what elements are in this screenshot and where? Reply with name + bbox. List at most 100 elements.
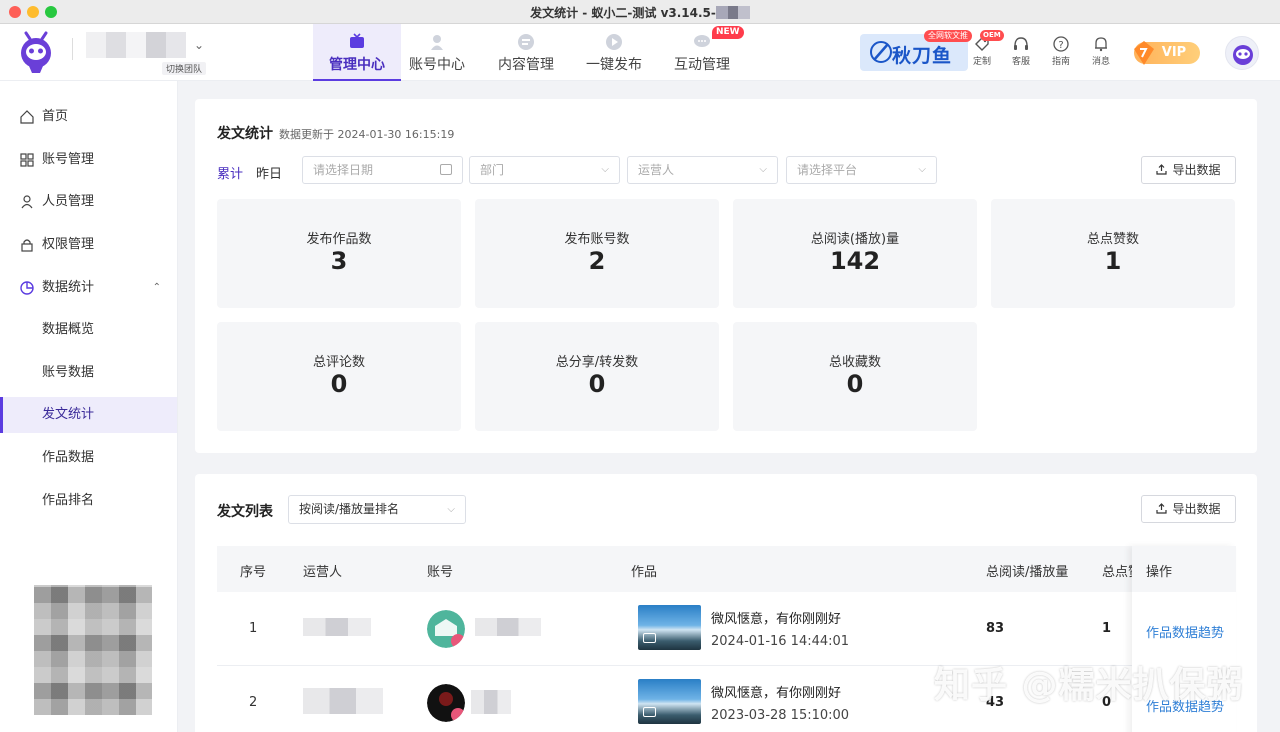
department-select[interactable]: 部门 ⌵ [469, 156, 620, 184]
content-icon [518, 34, 534, 50]
nav-tab-label: 账号中心 [409, 57, 465, 73]
bell-icon [1095, 37, 1107, 52]
work-thumbnail[interactable] [638, 605, 701, 650]
stat-label: 总分享/转发数 [555, 355, 639, 370]
switch-team-label[interactable]: 切换团队 [162, 62, 207, 75]
stat-label: 发布账号数 [564, 232, 630, 247]
nav-tab-label: 互动管理 [674, 57, 730, 73]
user-avatar[interactable] [1225, 36, 1259, 70]
nav-tab-content-management[interactable]: 内容管理 [482, 24, 570, 81]
date-placeholder: 请选择日期 [313, 163, 374, 177]
sidebar-item-label: 数据概览 [42, 322, 95, 337]
nav-tab-one-click-publish[interactable]: 一键发布 [570, 24, 658, 81]
nav-tab-label: 内容管理 [498, 57, 554, 73]
new-badge: NEW [712, 26, 744, 39]
date-picker[interactable]: 请选择日期 [302, 156, 463, 184]
operator-select[interactable]: 运营人 ⌵ [627, 156, 778, 184]
nav-tab-account-center[interactable]: 账号中心 [393, 24, 481, 81]
sidebar-subitem-account-data[interactable]: 账号数据 [0, 355, 177, 391]
sidebar-item-permission-management[interactable]: 权限管理 [0, 227, 177, 263]
vip-button[interactable]: VIP [1134, 41, 1200, 65]
work-title[interactable]: 微风惬意，有你刚刚好 [711, 682, 841, 701]
nav-tab-interaction-management[interactable]: 互动管理 NEW [658, 24, 746, 81]
publish-stats-panel: 发文统计 数据更新于 2024-01-30 16:15:19 累计 昨日 请选择… [195, 99, 1257, 453]
stat-label: 总评论数 [312, 355, 365, 370]
column-header-account: 账号 [427, 565, 454, 580]
nav-tab-management-center[interactable]: 管理中心 [313, 24, 401, 81]
export-list-button[interactable]: 导出数据 [1141, 495, 1236, 523]
util-label: 客服 [1011, 57, 1030, 67]
sidebar-item-label: 账号数据 [42, 365, 95, 380]
account-name-redacted [475, 618, 541, 636]
stat-label: 发布作品数 [306, 232, 372, 247]
stat-card-published-works: 发布作品数 3 [217, 199, 461, 308]
stat-value: 0 [588, 370, 606, 398]
window-title-text: 发文统计 - 蚁小二-测试 v3.14.5- [530, 6, 716, 20]
work-data-trend-link[interactable]: 作品数据趋势 [1146, 622, 1224, 641]
table-row: 1 微风惬意，有你刚刚好 2024-01-16 14:44:01 83 1 [217, 592, 1236, 666]
panel-title: 发文列表 [217, 504, 273, 520]
publish-icon [606, 34, 622, 50]
sidebar-subitem-works-ranking[interactable]: 作品排名 [0, 483, 177, 519]
stat-card-total-likes: 总点赞数 1 [991, 199, 1235, 308]
sidebar-item-data-statistics[interactable]: 数据统计 ⌃ [0, 270, 177, 306]
row-index: 1 [249, 621, 258, 636]
column-header-index: 序号 [240, 565, 267, 580]
sort-value: 按阅读/播放量排名 [299, 502, 400, 516]
stat-label: 总收藏数 [828, 355, 881, 370]
video-icon [643, 707, 656, 717]
team-selector[interactable]: ⌄ 切换团队 [72, 28, 212, 75]
brand-name: 秋刀鱼 [892, 45, 953, 67]
svg-text:?: ? [1058, 40, 1063, 51]
stat-card-total-comments: 总评论数 0 [217, 322, 461, 431]
home-icon [20, 110, 34, 124]
stat-value: 2 [588, 247, 606, 275]
chevron-up-icon[interactable]: ⌃ [153, 270, 161, 306]
sidebar-item-label: 数据统计 [42, 280, 95, 295]
redacted-version [715, 6, 750, 19]
work-thumbnail[interactable] [638, 679, 701, 724]
messages-button[interactable]: 消息 [1084, 36, 1118, 67]
stat-value: 142 [829, 247, 881, 275]
chevron-down-icon: ⌵ [601, 164, 609, 175]
operator-name-redacted [303, 618, 371, 636]
chat-icon [694, 35, 710, 47]
app-logo-icon[interactable] [16, 29, 56, 75]
sidebar-subitem-data-overview[interactable]: 数据概览 [0, 312, 177, 348]
sidebar-item-label: 人员管理 [42, 194, 95, 209]
platform-select[interactable]: 请选择平台 ⌵ [786, 156, 937, 184]
sidebar-item-account-management[interactable]: 账号管理 [0, 142, 177, 178]
export-data-button[interactable]: 导出数据 [1141, 156, 1236, 184]
work-title[interactable]: 微风惬意，有你刚刚好 [711, 608, 841, 627]
avatar-mascot-icon [1233, 45, 1253, 65]
upload-icon [1156, 164, 1168, 175]
upload-icon [1156, 503, 1168, 514]
vip-label: VIP [1161, 45, 1187, 60]
range-tab-cumulative[interactable]: 累计 [217, 163, 243, 182]
stat-value: 0 [846, 370, 864, 398]
customer-service-button[interactable]: 客服 [1004, 36, 1038, 67]
top-navigation: ⌄ 切换团队 管理中心 账号中心 内容管理 一键发布 互动管理 NEW 秋刀鱼 … [0, 24, 1280, 81]
actions-header: 操作 [1132, 546, 1236, 592]
panel-title: 发文统计 [217, 126, 273, 142]
diamond-icon [1134, 41, 1154, 65]
util-label: 指南 [1051, 57, 1070, 67]
sidebar-item-home[interactable]: 首页 [0, 99, 177, 135]
chevron-down-icon: ⌵ [918, 164, 926, 175]
sidebar-item-label: 权限管理 [42, 237, 95, 252]
chevron-down-icon: ⌵ [447, 504, 455, 515]
sidebar-subitem-works-data[interactable]: 作品数据 [0, 440, 177, 476]
guide-button[interactable]: ? 指南 [1044, 36, 1078, 67]
lock-icon [21, 239, 33, 252]
chevron-down-icon[interactable]: ⌄ [194, 38, 204, 52]
sort-select[interactable]: 按阅读/播放量排名 ⌵ [288, 495, 466, 524]
row-total-likes: 1 [1102, 621, 1112, 636]
stat-card-total-reads: 总阅读(播放)量 142 [733, 199, 977, 308]
sidebar-subitem-publish-stats[interactable]: 发文统计 [0, 397, 177, 433]
column-header-actions: 操作 [1146, 565, 1173, 580]
stat-value: 0 [330, 370, 348, 398]
column-header-operator: 运营人 [303, 565, 343, 580]
range-tab-yesterday[interactable]: 昨日 [256, 163, 282, 182]
account-avatar [427, 610, 465, 648]
sidebar-item-staff-management[interactable]: 人员管理 [0, 184, 177, 220]
